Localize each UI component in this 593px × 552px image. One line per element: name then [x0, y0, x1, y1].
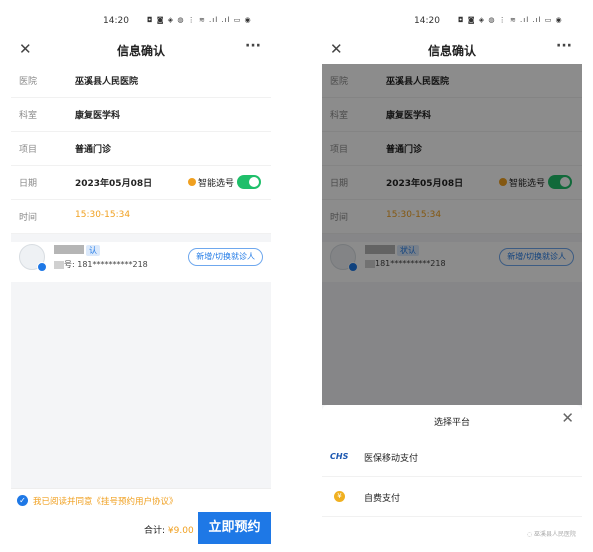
pay-option-label: 自费支付 [364, 494, 401, 504]
pay-option-label: 医保移动支付 [364, 454, 419, 464]
department-label: 科室 [19, 111, 38, 121]
patient-name-redacted [54, 245, 84, 254]
more-icon[interactable]: ··· [556, 38, 572, 54]
total-label: 合计: [144, 526, 166, 536]
blank-area [11, 282, 271, 488]
id-prefix-redacted [54, 260, 64, 269]
total-value: ¥9.00 [167, 526, 194, 536]
medical-insurance-pay-option[interactable]: CHS 医保移动支付 [322, 439, 582, 477]
project-row: 项目 普通门诊 [11, 132, 271, 166]
department-value: 康复医学科 [75, 111, 121, 121]
patient-id: 号: 181**********218 [54, 259, 148, 270]
sheet-close-icon[interactable]: ✕ [561, 409, 574, 427]
status-icons: ◘ ◙ ◈ ◍ ⋮ ≋ .ıl .ıl ▭ ◉ [147, 16, 252, 24]
agreement-bar: ✓ 我已阅读并同意《挂号预约用户协议》 [11, 488, 271, 512]
agreement-checkbox[interactable]: ✓ [17, 495, 28, 506]
status-icons: ◘ ◙ ◈ ◍ ⋮ ≋ .ıl .ıl ▭ ◉ [458, 16, 563, 24]
hospital-row: 医院 巫溪县人民医院 [11, 64, 271, 98]
smart-pick-toggle[interactable] [237, 175, 261, 189]
patient-tag: 认 [86, 245, 100, 256]
status-bar: 14:20 ◘ ◙ ◈ ◍ ⋮ ≋ .ıl .ıl ▭ ◉ [322, 3, 582, 33]
project-label: 项目 [19, 145, 38, 155]
switch-patient-button[interactable]: 新增/切换就诊人 [188, 248, 263, 266]
self-pay-option[interactable]: ¥ 自费支付 [322, 479, 582, 517]
status-time: 14:20 [414, 16, 440, 26]
modal-backdrop[interactable] [322, 64, 582, 405]
date-value: 2023年05月08日 [75, 179, 153, 189]
page-title: 信息确认 [427, 44, 476, 58]
date-label: 日期 [19, 179, 38, 189]
toggle-knob [249, 177, 259, 187]
nav-bar: ✕ 信息确认 ··· [322, 36, 582, 64]
smart-pick-label: 智能选号 [197, 178, 234, 189]
department-row: 科室 康复医学科 [11, 98, 271, 132]
hospital-label: 医院 [19, 77, 38, 87]
chs-logo-icon: CHS [330, 452, 349, 461]
payment-platform-sheet: 选择平台 ✕ CHS 医保移动支付 ¥ 自费支付 ◌ 巫溪县人民医院 [322, 405, 582, 544]
time-value: 15:30-15:34 [75, 210, 131, 220]
nav-bar: ✕ 信息确认 ··· [11, 36, 271, 64]
time-row: 时间 15:30-15:34 [11, 200, 271, 234]
date-row: 日期 2023年05月08日 智能选号 [11, 166, 271, 200]
more-icon[interactable]: ··· [245, 38, 261, 54]
info-list: 医院 巫溪县人民医院 科室 康复医学科 项目 普通门诊 日期 2023年05月0… [11, 64, 271, 234]
watermark: ◌ 巫溪县人民医院 [526, 531, 576, 538]
agreement-link[interactable]: 我已阅读并同意《挂号预约用户协议》 [33, 495, 178, 507]
project-value: 普通门诊 [75, 145, 112, 155]
time-label: 时间 [19, 213, 38, 223]
payment-screen: 14:20 ◘ ◙ ◈ ◍ ⋮ ≋ .ıl .ıl ▭ ◉ ✕ 信息确认 ···… [322, 3, 582, 544]
section-divider [11, 234, 271, 242]
patient-id-text: 号: 181**********218 [64, 260, 148, 269]
book-now-button[interactable]: 立即预约 [198, 512, 271, 544]
bottom-bar: 合计: ¥9.00 立即预约 [11, 512, 271, 544]
hospital-value: 巫溪县人民医院 [75, 77, 139, 87]
confirm-screen: 14:20 ◘ ◙ ◈ ◍ ⋮ ≋ .ıl .ıl ▭ ◉ ✕ 信息确认 ···… [11, 3, 271, 544]
yuan-coin-icon: ¥ [334, 491, 345, 502]
selected-check-icon [37, 262, 47, 272]
patient-row[interactable]: 认 号: 181**********218 新增/切换就诊人 [11, 242, 271, 282]
status-bar: 14:20 ◘ ◙ ◈ ◍ ⋮ ≋ .ıl .ıl ▭ ◉ [11, 3, 271, 33]
sheet-title: 选择平台 [433, 418, 470, 428]
status-time: 14:20 [103, 16, 129, 26]
coin-icon [187, 178, 196, 186]
total: 合计: ¥9.00 [144, 523, 194, 536]
page-title: 信息确认 [116, 44, 165, 58]
smart-pick: 智能选号 [187, 175, 261, 189]
